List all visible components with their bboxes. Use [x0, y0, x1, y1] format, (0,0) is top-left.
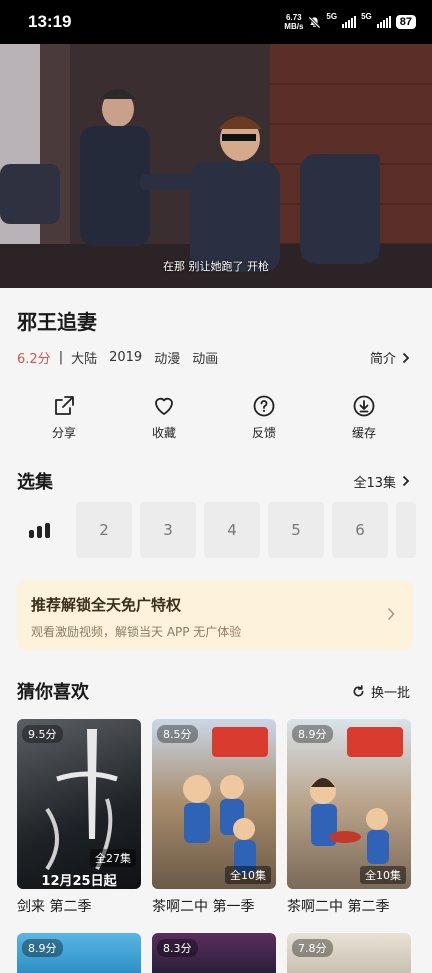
signal-icon-2	[376, 16, 391, 28]
all-episodes-button[interactable]: 全13集	[353, 472, 410, 491]
poster-art	[310, 727, 403, 864]
episode-list: 2 3 4 5 6	[12, 502, 416, 558]
sim1-label: 5G	[326, 12, 338, 21]
card-title: 剑来 第二季	[17, 899, 92, 915]
intro-label: 简介	[369, 352, 396, 367]
download-button[interactable]: 缓存	[314, 394, 414, 441]
episodes-header: 选集 全13集	[17, 468, 410, 494]
recommend-card-partial[interactable]: 8.3分	[152, 933, 276, 973]
video-player[interactable]: 在那 别让她跑了 开枪	[0, 44, 432, 288]
status-time: 13:19	[28, 12, 72, 31]
promo-banner[interactable]: 推荐解锁全天免广特权 观看激励视频，解锁当天 APP 无广体验	[17, 580, 413, 650]
share-icon	[55, 396, 74, 415]
question-icon	[253, 395, 275, 417]
recommend-card[interactable]: 8.9分 全10集 茶啊二中 第二季	[287, 719, 411, 916]
episode-item[interactable]: 4	[204, 502, 260, 558]
favorite-button[interactable]: 收藏	[114, 394, 214, 441]
refresh-label: 换一批	[370, 685, 410, 701]
refresh-icon	[353, 684, 364, 696]
chevron-right-icon	[402, 352, 410, 363]
episodes-total: 全13集	[353, 475, 396, 491]
show-tag: 动漫	[154, 352, 181, 367]
recommend-card-partial[interactable]: 8.9分	[17, 933, 141, 973]
poster-score: 8.5分	[157, 725, 198, 743]
promo-title: 推荐解锁全天免广特权	[31, 596, 182, 614]
download-label: 缓存	[351, 426, 376, 440]
status-icons: 6.73 MB/s 5G 5G 87	[284, 12, 416, 31]
recommend-grid-row-2: 8.9分 8.3分 7.8分	[17, 933, 411, 973]
share-label: 分享	[51, 426, 76, 440]
poster-score: 9.5分	[22, 725, 63, 743]
favorite-label: 收藏	[151, 426, 176, 440]
recommend-card[interactable]: 8.5分 全10集 茶啊二中 第一季	[152, 719, 276, 916]
recommend-card[interactable]: 9.5分 全27集 12月25日起 剑来 第二季	[17, 719, 141, 916]
mute-icon	[308, 15, 321, 29]
recommend-grid: 9.5分 全27集 12月25日起 剑来 第二季 8.5分 全10集 茶啊二中 …	[17, 719, 411, 916]
detail-content: 邪王追妻 6.2分 | 大陆 2019 动漫 动画 简介 分享 收藏 反馈 缓存…	[0, 288, 432, 973]
show-region: 大陆	[71, 352, 98, 367]
poster-episodes: 全10集	[225, 866, 271, 884]
poster-image: 8.5分 全10集	[152, 719, 276, 889]
download-icon	[353, 395, 375, 417]
show-score: 6.2分	[17, 352, 51, 367]
playing-indicator-icon	[29, 523, 50, 538]
video-frame	[0, 44, 432, 288]
episode-item-partial[interactable]	[396, 502, 416, 558]
meta-separator: |	[58, 350, 64, 365]
poster-score: 8.9分	[22, 939, 63, 957]
status-bar: 13:19 6.73 MB/s 5G 5G 87	[0, 0, 432, 44]
recommend-heading: 猜你喜欢	[17, 682, 89, 703]
poster-score: 8.3分	[157, 939, 198, 957]
show-title: 邪王追妻	[17, 310, 97, 334]
signal-icon	[342, 16, 357, 28]
action-bar: 分享 收藏 反馈 缓存	[0, 394, 432, 441]
intro-button[interactable]: 简介	[370, 348, 410, 367]
card-title: 茶啊二中 第一季	[152, 899, 255, 915]
episode-item[interactable]: 3	[140, 502, 196, 558]
poster-episodes: 全10集	[360, 866, 406, 884]
card-title: 茶啊二中 第二季	[287, 899, 390, 915]
recommend-card-partial[interactable]: 7.8分	[287, 933, 411, 973]
poster-art	[183, 727, 268, 874]
poster-episodes: 全27集	[90, 849, 136, 867]
poster-score: 7.8分	[292, 939, 333, 957]
feedback-label: 反馈	[251, 426, 276, 440]
refresh-button[interactable]: 换一批	[352, 682, 410, 701]
episode-item-current[interactable]	[12, 502, 68, 558]
show-meta: 6.2分 | 大陆 2019 动漫 动画	[17, 348, 230, 367]
poster-score: 8.9分	[292, 725, 333, 743]
episodes-heading: 选集	[17, 472, 53, 493]
poster-image: 9.5分 全27集 12月25日起	[17, 719, 141, 889]
show-tag: 动画	[192, 352, 219, 367]
sim2-label: 5G	[361, 12, 372, 21]
chevron-right-icon	[402, 475, 410, 487]
feedback-button[interactable]: 反馈	[214, 394, 314, 441]
video-subtitle: 在那 别让她跑了 开枪	[163, 260, 269, 273]
recommend-header: 猜你喜欢 换一批	[17, 678, 410, 704]
share-button[interactable]: 分享	[14, 394, 114, 441]
promo-subtitle: 观看激励视频，解锁当天 APP 无广体验	[31, 625, 242, 639]
episode-item[interactable]: 5	[268, 502, 324, 558]
battery-indicator: 87	[395, 15, 416, 29]
net-speed: 6.73 MB/s	[284, 13, 304, 31]
show-year: 2019	[109, 350, 143, 365]
poster-date: 12月25日起	[41, 874, 117, 889]
episode-item[interactable]: 2	[76, 502, 132, 558]
episode-item[interactable]: 6	[332, 502, 388, 558]
poster-image: 8.9分 全10集	[287, 719, 411, 889]
heart-icon	[155, 397, 173, 415]
chevron-right-icon	[387, 607, 395, 621]
